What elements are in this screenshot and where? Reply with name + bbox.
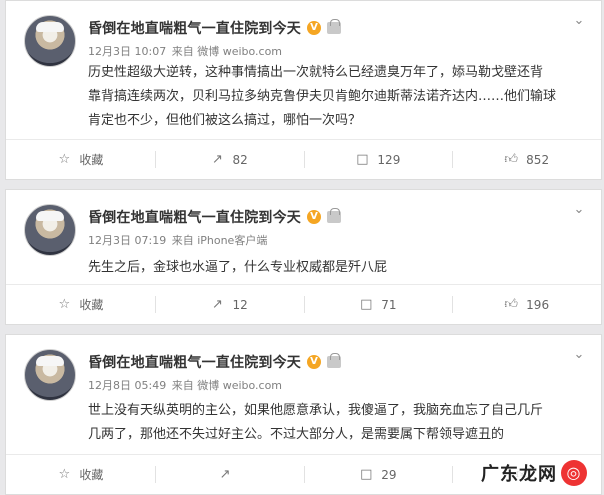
chevron-down-icon[interactable]: ⌄ [571,202,587,218]
post-source: 来自 微博 weibo.com [171,379,283,392]
post-meta: 12月3日 07:19 来自 iPhone客户端 [88,232,269,248]
post-text: 先生之后，金球也水逼了，什么专业权威都是歼八屁 [88,256,583,280]
favorite-label: 收藏 [79,153,104,167]
avatar[interactable] [24,349,76,401]
comment-button[interactable]: □ 71 [303,285,453,324]
post-timestamp[interactable]: 12月8日 05:49 [88,379,166,392]
post-text: 世上没有天纵英明的主公，如果他愿意承认，我傻逼了，我脑充血忘了自己几斤 几两了，… [88,399,583,447]
star-icon: ☆ [58,466,71,482]
post-card: 昏倒在地直喘粗气一直住院到今天 V 12月8日 05:49 来自 微博 weib… [5,334,602,495]
post-text-line: 靠背搞连续两次，贝利马拉多纳克鲁伊夫贝肯鲍尔迪斯蒂法诺齐达内……他们输球 [88,89,557,104]
watermark-logo-icon: ◎ [561,460,587,486]
post-text: 历史性超级大逆转，这种事情搞出一次就特么已经遗臭万年了，婖马勒戈壁还背 靠背搞连… [88,61,583,133]
post-text-line: 先生之后，金球也水逼了，什么专业权威都是歼八屁 [88,260,388,275]
author-row: 昏倒在地直喘粗气一直住院到今天 V [88,18,341,38]
repost-button[interactable]: ↗ 82 [154,140,304,179]
post-source: 来自 微博 weibo.com [171,45,283,58]
author-row: 昏倒在地直喘粗气一直住院到今天 V [88,207,341,227]
author-name[interactable]: 昏倒在地直喘粗气一直住院到今天 [88,18,301,38]
repost-icon: ↗ [219,466,231,482]
post-card: 昏倒在地直喘粗气一直住院到今天 V 12月3日 07:19 来自 iPhone客… [5,189,602,325]
favorite-button[interactable]: ☆ 收藏 [6,140,155,179]
author-row: 昏倒在地直喘粗气一直住院到今天 V [88,352,341,372]
thumbs-up-icon: 👍︎ [504,151,518,167]
repost-count: 12 [232,297,248,312]
like-count: 196 [526,297,550,312]
post-text-line: 世上没有天纵英明的主公，如果他愿意承认，我傻逼了，我脑充血忘了自己几斤 [88,403,544,418]
comment-icon: □ [360,466,373,482]
post-card: 昏倒在地直喘粗气一直住院到今天 V 12月3日 10:07 来自 微博 weib… [5,0,602,180]
like-count: 852 [526,152,550,167]
author-name[interactable]: 昏倒在地直喘粗气一直住院到今天 [88,352,301,372]
repost-button[interactable]: ↗ 12 [154,285,304,324]
verified-icon: V [307,21,321,35]
comment-icon: □ [360,296,373,312]
avatar[interactable] [24,15,76,67]
avatar[interactable] [24,204,76,256]
comment-count: 29 [381,467,397,482]
repost-icon: ↗ [212,151,223,167]
star-icon: ☆ [58,151,71,167]
verified-icon: V [307,210,321,224]
post-timestamp[interactable]: 12月3日 10:07 [88,45,166,58]
post-text-line: 历史性超级大逆转，这种事情搞出一次就特么已经遗臭万年了，婖马勒戈壁还背 [88,65,544,80]
chevron-down-icon[interactable]: ⌄ [571,347,587,363]
thumbs-up-icon: 👍︎ [504,296,518,312]
star-icon: ☆ [58,296,71,312]
post-text-line: 几两了，那他还不失过好主公。不过大部分人，是需要属下帮领导遮丑的 [88,427,505,442]
like-button[interactable]: 👍︎ 852 [452,140,601,179]
chevron-down-icon[interactable]: ⌄ [571,13,587,29]
author-name[interactable]: 昏倒在地直喘粗气一直住院到今天 [88,207,301,227]
action-bar: ☆ 收藏 ↗ 82 □ 129 👍︎ 852 [6,139,601,179]
favorite-button[interactable]: ☆ 收藏 [6,455,155,494]
verified-icon: V [307,355,321,369]
watermark-text: 广东龙网 [481,464,557,485]
action-bar: ☆ 收藏 ↗ 12 □ 71 👍︎ 196 [6,284,601,324]
watermark: 广东龙网 ◎ [475,456,593,490]
favorite-label: 收藏 [79,298,104,312]
post-timestamp[interactable]: 12月3日 07:19 [88,234,166,247]
repost-icon: ↗ [212,296,223,312]
comment-count: 71 [381,297,397,312]
comment-button[interactable]: □ 29 [303,455,453,494]
favorite-label: 收藏 [79,468,104,482]
repost-button[interactable]: ↗ [154,455,304,494]
favorite-button[interactable]: ☆ 收藏 [6,285,155,324]
crown-icon [327,208,341,223]
crown-icon [327,353,341,368]
comment-icon: □ [356,151,369,167]
repost-count: 82 [232,152,248,167]
post-text-line: 肯定也不少，但他们被这么搞过，哪怕一次吗？ [88,113,362,128]
comment-button[interactable]: □ 129 [303,140,453,179]
like-button[interactable]: 👍︎ 196 [452,285,601,324]
post-meta: 12月3日 10:07 来自 微博 weibo.com [88,43,284,59]
crown-icon [327,19,341,34]
post-meta: 12月8日 05:49 来自 微博 weibo.com [88,377,284,393]
comment-count: 129 [377,152,401,167]
post-source: 来自 iPhone客户端 [171,234,268,247]
